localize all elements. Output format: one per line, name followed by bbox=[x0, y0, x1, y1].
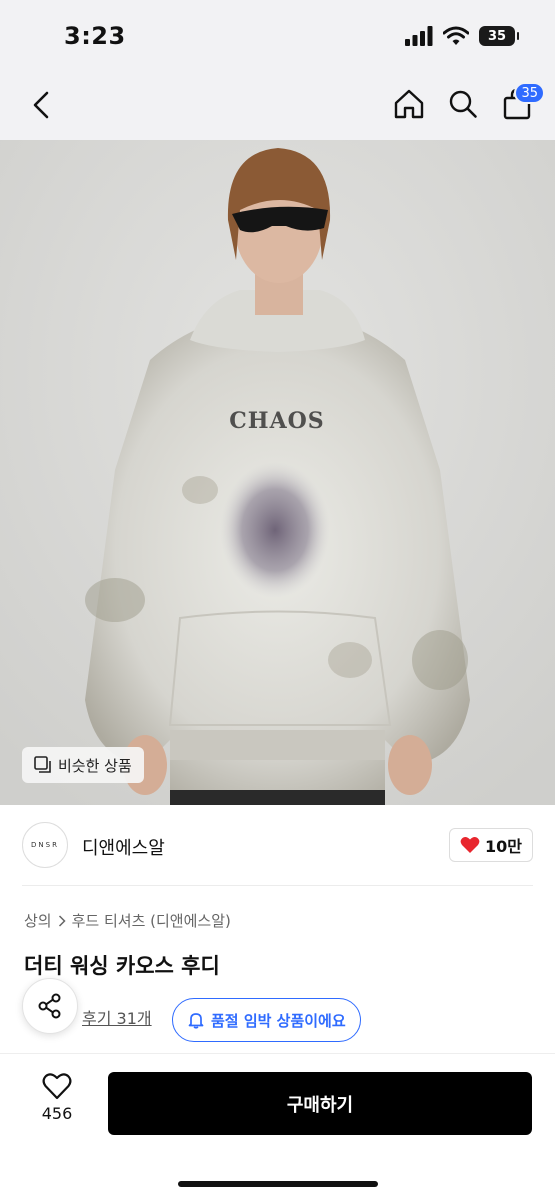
wishlist-count: 456 bbox=[41, 1104, 73, 1123]
brand-like-count: 10만 bbox=[485, 837, 522, 856]
bottom-action-bar: 456 구매하기 bbox=[0, 1053, 555, 1200]
hoodie-print-text: CHAOS bbox=[229, 408, 324, 434]
bell-icon bbox=[188, 1013, 204, 1029]
home-button[interactable] bbox=[391, 84, 427, 124]
chevron-left-icon bbox=[33, 91, 49, 119]
product-title: 더티 워싱 카오스 후디 bbox=[24, 954, 220, 978]
breadcrumb-subcategory[interactable]: 후드 티셔츠 (디앤에스알) bbox=[72, 910, 231, 931]
heart-outline-icon bbox=[42, 1073, 72, 1100]
share-button[interactable] bbox=[22, 978, 78, 1034]
heart-filled-icon bbox=[460, 837, 480, 853]
status-bar: 3:23 35 bbox=[0, 0, 555, 70]
status-time: 3:23 bbox=[64, 22, 126, 50]
cart-button[interactable]: 35 bbox=[499, 82, 545, 124]
cart-count-badge: 35 bbox=[514, 82, 545, 104]
search-icon bbox=[449, 90, 477, 118]
brand-like-button[interactable]: 10만 bbox=[449, 828, 533, 862]
brand-logo[interactable]: DNSR bbox=[22, 822, 68, 868]
nav-bar: 35 bbox=[0, 70, 555, 140]
back-button[interactable] bbox=[24, 88, 58, 122]
low-stock-label: 품절 임박 상품이에요 bbox=[211, 1011, 346, 1030]
divider bbox=[22, 885, 533, 886]
chevron-right-icon bbox=[58, 914, 66, 927]
brand-name[interactable]: 디앤에스알 bbox=[82, 834, 165, 860]
product-image[interactable]: CHAOS 비슷한 상품 bbox=[0, 140, 555, 805]
copy-icon bbox=[34, 756, 51, 773]
brand-row[interactable]: DNSR 디앤에스알 10만 bbox=[0, 812, 555, 882]
review-count-link[interactable]: 후기 31개 bbox=[82, 1005, 152, 1029]
breadcrumb: 상의 후드 티셔츠 (디앤에스알) bbox=[24, 910, 231, 931]
similar-products-label: 비슷한 상품 bbox=[58, 756, 132, 775]
home-indicator bbox=[178, 1181, 378, 1187]
product-photo: CHAOS bbox=[0, 140, 555, 805]
wishlist-button[interactable]: 456 bbox=[30, 1072, 84, 1123]
signal-icon bbox=[405, 26, 433, 46]
buy-button[interactable]: 구매하기 bbox=[108, 1072, 532, 1135]
breadcrumb-category[interactable]: 상의 bbox=[24, 910, 52, 931]
search-button[interactable] bbox=[445, 84, 481, 124]
home-icon bbox=[394, 89, 424, 119]
nav-actions: 35 bbox=[391, 82, 545, 124]
battery-indicator: 35 bbox=[479, 26, 519, 46]
share-icon bbox=[38, 993, 61, 1019]
similar-products-button[interactable]: 비슷한 상품 bbox=[22, 747, 144, 783]
low-stock-badge[interactable]: 품절 임박 상품이에요 bbox=[172, 998, 361, 1042]
status-icons: 35 bbox=[405, 26, 519, 46]
wifi-icon bbox=[443, 26, 469, 45]
